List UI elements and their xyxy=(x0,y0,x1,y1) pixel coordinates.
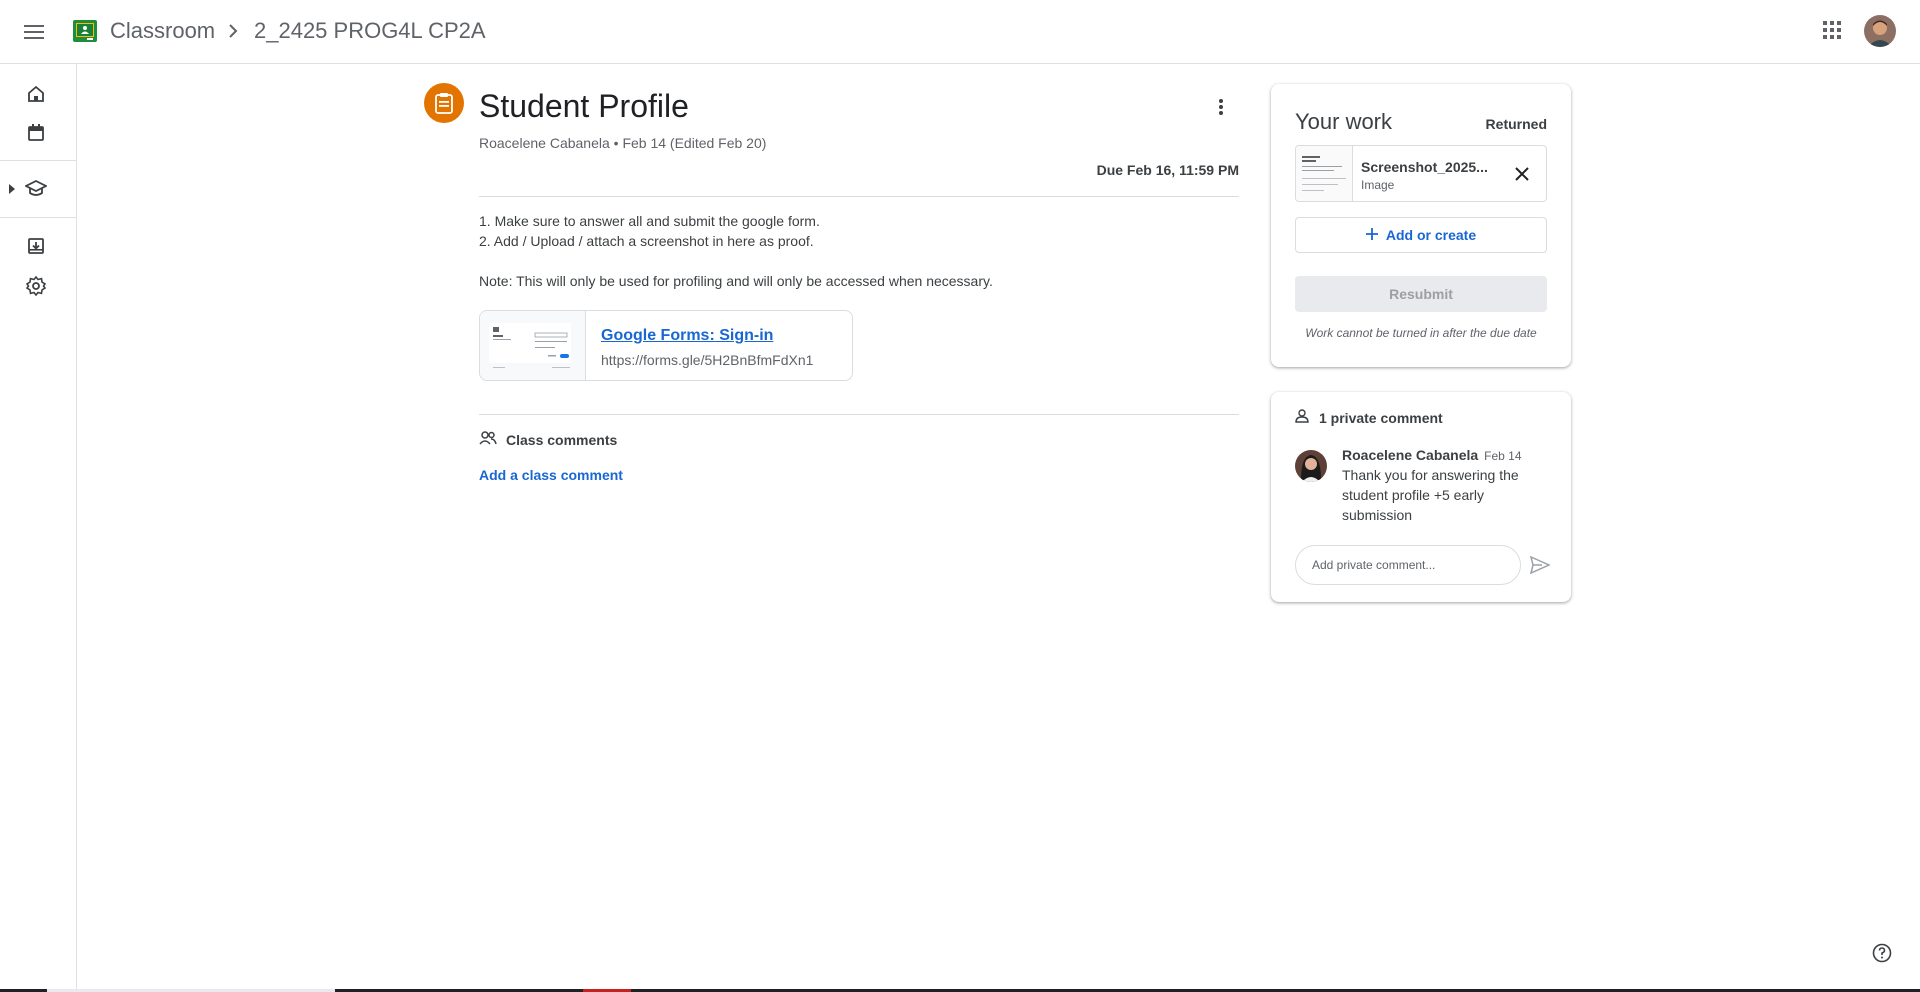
work-status: Returned xyxy=(1485,116,1547,132)
comment-author-name: Roacelene Cabanela xyxy=(1342,447,1479,463)
more-options-icon[interactable] xyxy=(1207,93,1235,121)
private-comment-input[interactable]: Add private comment... xyxy=(1295,545,1521,585)
comment-text: Thank you for answering the student prof… xyxy=(1342,467,1519,523)
add-or-create-label: Add or create xyxy=(1385,227,1477,243)
file-name: Screenshot_2025... xyxy=(1361,159,1488,175)
rail-divider xyxy=(0,160,76,161)
assignment-icon xyxy=(424,83,464,123)
commenter-avatar xyxy=(1295,450,1327,482)
submitted-file[interactable]: Screenshot_2025... Image xyxy=(1295,145,1547,202)
post-title: Student Profile xyxy=(479,88,689,124)
comment-author: Roacelene Cabanela Feb 14 xyxy=(1342,445,1522,466)
late-submission-note: Work cannot be turned in after the due d… xyxy=(1305,326,1537,340)
instruction-line: 2. Add / Upload / attach a screenshot in… xyxy=(479,233,814,249)
class-title[interactable]: 2_2425 PROG4L CP2A xyxy=(254,16,486,46)
navigation-rail xyxy=(0,64,77,992)
top-app-bar: Classroom 2_2425 PROG4L CP2A xyxy=(0,0,1920,64)
post-divider xyxy=(479,196,1239,197)
instruction-line: 1. Make sure to answer all and submit th… xyxy=(479,213,820,229)
due-date: Due Feb 16, 11:59 PM xyxy=(1096,162,1239,178)
resubmit-button[interactable]: Resubmit xyxy=(1295,276,1547,312)
app-title[interactable]: Classroom xyxy=(110,16,215,46)
class-comments-label: Class comments xyxy=(506,432,618,448)
comment-date: Feb 14 xyxy=(1484,449,1522,463)
attachment-thumbnail xyxy=(480,311,586,380)
post-meta: Roacelene Cabanela • Feb 14 (Edited Feb … xyxy=(479,135,767,151)
post-instructions: 1. Make sure to answer all and submit th… xyxy=(479,211,1239,291)
add-or-create-button[interactable]: Add or create xyxy=(1295,217,1547,253)
plus-icon xyxy=(1365,227,1378,243)
add-class-comment-button[interactable]: Add a class comment xyxy=(479,465,623,485)
private-comments-header: 1 private comment xyxy=(1295,408,1443,428)
home-icon[interactable] xyxy=(22,80,50,108)
attachment-url: https://forms.gle/5H2BnBfmFdXn1 xyxy=(601,352,814,368)
people-icon xyxy=(479,430,497,450)
form-attachment-card[interactable]: Google Forms: Sign-in https://forms.gle/… xyxy=(479,310,853,381)
your-work-card: Your work Returned Screenshot_2025... Im… xyxy=(1271,84,1571,367)
comments-divider xyxy=(479,414,1239,415)
class-comments-header: Class comments xyxy=(479,430,617,450)
private-comments-card: 1 private comment Roacelene Cabanela Feb … xyxy=(1271,392,1571,602)
settings-icon[interactable] xyxy=(22,272,50,300)
instruction-note: Note: This will only be used for profili… xyxy=(479,273,993,289)
google-apps-icon[interactable] xyxy=(1818,16,1846,44)
help-icon[interactable] xyxy=(1870,941,1894,965)
file-type: Image xyxy=(1361,178,1395,192)
rail-divider xyxy=(0,217,76,218)
archived-classes-icon[interactable] xyxy=(22,232,50,260)
file-thumbnail xyxy=(1296,146,1353,201)
breadcrumb-chevron-icon xyxy=(225,22,241,40)
account-avatar[interactable] xyxy=(1864,15,1896,47)
attachment-title-link[interactable]: Google Forms: Sign-in xyxy=(601,325,813,347)
send-icon[interactable] xyxy=(1528,553,1552,577)
person-icon xyxy=(1295,408,1309,428)
expand-caret-icon[interactable] xyxy=(7,182,17,194)
your-work-title: Your work xyxy=(1295,109,1393,134)
private-comments-count: 1 private comment xyxy=(1319,410,1443,426)
enrolled-classes-icon[interactable] xyxy=(22,174,50,202)
close-icon[interactable] xyxy=(1510,162,1534,186)
hamburger-menu-icon[interactable] xyxy=(18,16,50,48)
classroom-logo-icon[interactable] xyxy=(73,19,97,43)
calendar-icon[interactable] xyxy=(22,119,50,147)
